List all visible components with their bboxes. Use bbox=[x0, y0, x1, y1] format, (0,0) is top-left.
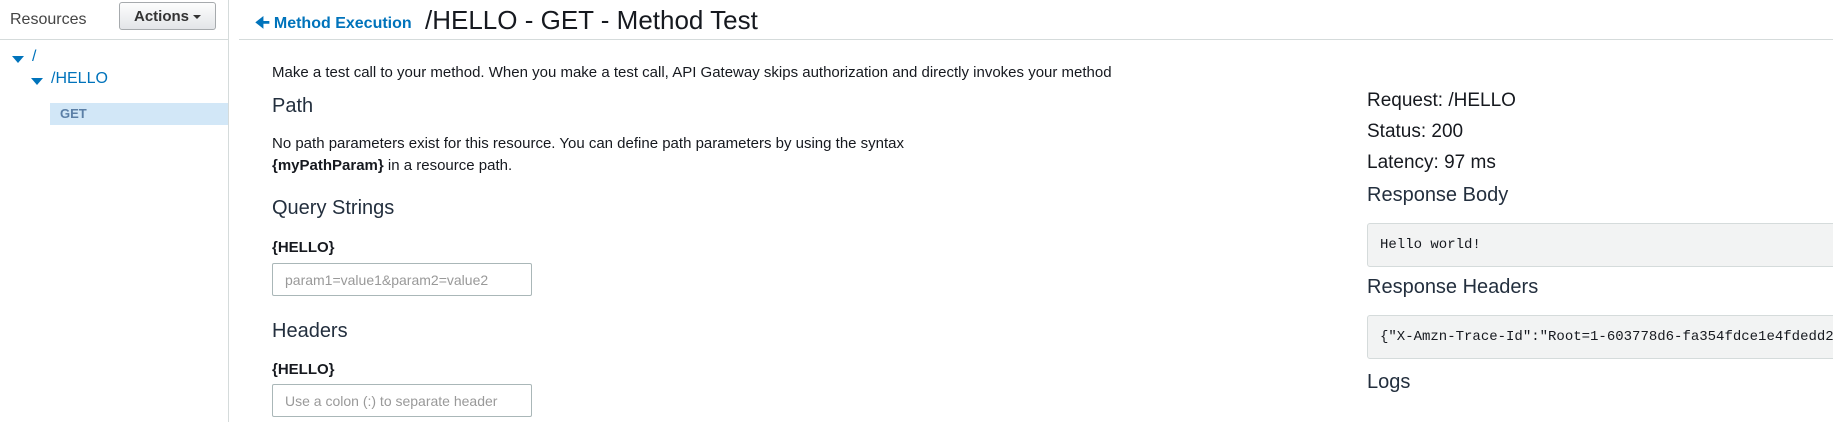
logs-title: Logs bbox=[1367, 371, 1411, 393]
actions-label: Actions bbox=[133, 7, 189, 25]
headers-section-title: Headers bbox=[272, 320, 348, 342]
response-body-output[interactable]: Hello world! bbox=[1367, 223, 1833, 267]
main-panel: 🠈 Method Execution /HELLO - GET - Method … bbox=[239, 0, 1833, 422]
sidebar-header: Resources Actions bbox=[0, 0, 228, 40]
page-header: 🠈 Method Execution /HELLO - GET - Method … bbox=[239, 0, 1833, 40]
response-headers-output[interactable]: {"X-Amzn-Trace-Id":"Root=1-603778d6-fa35… bbox=[1367, 315, 1833, 359]
resources-title: Resources bbox=[10, 11, 87, 28]
resources-sidebar: Resources Actions / /HELLO GET bbox=[0, 0, 229, 422]
headers-input[interactable] bbox=[272, 384, 532, 417]
path-desc-text: No path parameters exist for this resour… bbox=[272, 135, 905, 152]
back-link-label: Method Execution bbox=[273, 15, 412, 32]
caret-down-icon bbox=[193, 14, 201, 19]
tree-item-get-method[interactable]: GET bbox=[50, 103, 228, 125]
request-path: Request: /HELLO bbox=[1367, 90, 1516, 111]
expand-root-icon[interactable] bbox=[12, 56, 24, 63]
tree-item-hello[interactable]: /HELLO bbox=[51, 70, 108, 88]
response-body-title: Response Body bbox=[1367, 184, 1509, 206]
header-param-label: {HELLO} bbox=[272, 361, 335, 378]
path-description: No path parameters exist for this resour… bbox=[272, 133, 952, 177]
path-section-title: Path bbox=[272, 95, 314, 117]
query-string-input[interactable] bbox=[272, 263, 532, 296]
arrow-left-icon: 🠈 bbox=[255, 15, 270, 32]
path-param-syntax: {myPathParam} bbox=[272, 157, 384, 174]
method-execution-link[interactable]: 🠈 Method Execution bbox=[255, 12, 412, 39]
expand-hello-icon[interactable] bbox=[31, 78, 43, 85]
response-status: Status: 200 bbox=[1367, 121, 1464, 142]
path-desc-text-end: in a resource path. bbox=[383, 157, 513, 174]
tree-item-root[interactable]: / bbox=[32, 48, 36, 66]
response-latency: Latency: 97 ms bbox=[1367, 152, 1496, 173]
intro-text: Make a test call to your method. When yo… bbox=[272, 64, 1112, 81]
actions-dropdown-button[interactable]: Actions bbox=[119, 2, 216, 30]
query-param-label: {HELLO} bbox=[272, 239, 335, 256]
response-headers-title: Response Headers bbox=[1367, 276, 1539, 298]
page-title: /HELLO - GET - Method Test bbox=[425, 5, 758, 35]
query-strings-title: Query Strings bbox=[272, 197, 395, 219]
